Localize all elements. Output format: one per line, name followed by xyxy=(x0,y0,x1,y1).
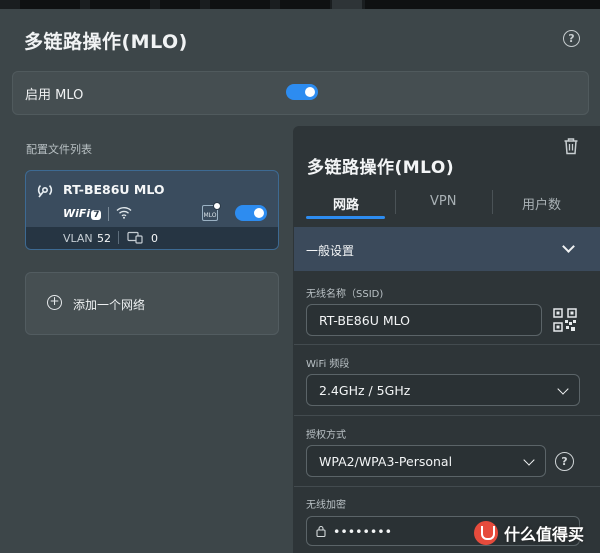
profile-list-label: 配置文件列表 xyxy=(26,143,92,156)
profile-enable-toggle[interactable] xyxy=(235,205,267,221)
tab-divider xyxy=(395,190,396,214)
ssid-label: 无线名称（SSID) xyxy=(306,289,384,300)
band-label: WiFi 频段 xyxy=(306,359,350,370)
tab-divider xyxy=(492,190,493,214)
watermark: 什么值得买 xyxy=(474,518,584,548)
mlo-enable-label: 启用 MLO xyxy=(25,88,84,103)
band-select[interactable]: 2.4GHz / 5GHz xyxy=(306,374,580,406)
encryption-label: 无线加密 xyxy=(306,500,346,511)
tab-network[interactable]: 网路 xyxy=(333,194,359,213)
vlan-value: 52 xyxy=(97,232,111,245)
ssid-input[interactable]: RT-BE86U MLO xyxy=(306,304,542,336)
watermark-logo xyxy=(474,521,498,545)
mlo-enable-toggle[interactable] xyxy=(286,84,318,100)
footer-divider xyxy=(118,231,119,244)
device-count: 0 xyxy=(151,232,158,245)
auth-label: 授权方式 xyxy=(306,430,346,441)
tab-vpn[interactable]: VPN xyxy=(430,194,456,209)
active-tab-indicator xyxy=(306,216,385,219)
trash-icon[interactable] xyxy=(563,137,579,155)
chevron-down-icon xyxy=(523,454,535,466)
top-strip xyxy=(0,0,600,9)
section-divider xyxy=(294,344,600,345)
chevron-down-icon xyxy=(557,383,569,395)
section-divider xyxy=(294,415,600,416)
badge-divider xyxy=(108,207,109,221)
help-icon[interactable]: ? xyxy=(563,30,580,47)
add-network-button[interactable] xyxy=(25,272,279,335)
mlo-chip-icon: MLO xyxy=(202,202,221,221)
watermark-text: 什么值得买 xyxy=(504,525,585,544)
toggle-knob xyxy=(305,87,315,97)
wifi7-badge: WiFi 7 xyxy=(63,207,102,220)
section-divider xyxy=(294,486,600,487)
vlan-label: VLAN xyxy=(63,232,93,245)
wifi-icon xyxy=(116,206,132,219)
toggle-knob xyxy=(254,208,264,218)
auth-help-icon[interactable]: ? xyxy=(555,452,574,471)
auth-select[interactable]: WPA2/WPA3-Personal xyxy=(306,445,546,477)
qr-code-icon[interactable] xyxy=(553,308,577,332)
mlo-network-icon xyxy=(37,184,53,198)
general-settings-label: 一般设置 xyxy=(306,244,355,258)
profile-name: RT-BE86U MLO xyxy=(63,182,165,197)
lock-icon xyxy=(316,525,326,537)
page-title: 多链路操作(MLO) xyxy=(24,31,188,53)
add-network-label: 添加一个网络 xyxy=(73,298,146,312)
devices-icon xyxy=(127,231,143,244)
tab-users[interactable]: 用户数 xyxy=(522,194,561,213)
panel-title: 多链路操作(MLO) xyxy=(307,158,455,178)
settings-panel xyxy=(293,126,600,553)
plus-circle-icon: + xyxy=(47,295,62,310)
